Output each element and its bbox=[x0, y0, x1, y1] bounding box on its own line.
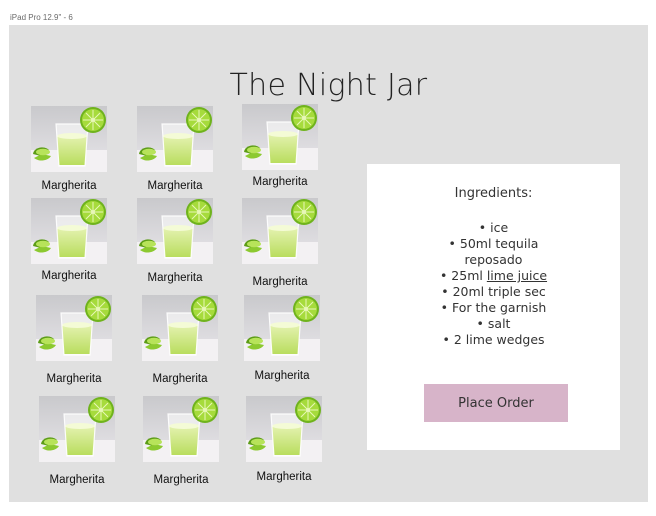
ingredient-link[interactable]: lime juice bbox=[487, 268, 547, 283]
frame-label: iPad Pro 12.9" - 6 bbox=[10, 13, 73, 22]
product-name: Margherita bbox=[41, 270, 97, 282]
product-name: Margherita bbox=[252, 176, 308, 188]
ingredients-heading: Ingredients: bbox=[454, 186, 533, 201]
ingredient-item: • 25ml lime juice bbox=[439, 268, 548, 283]
margarita-image bbox=[31, 198, 107, 264]
product-name: Margherita bbox=[49, 474, 105, 486]
product-name: Margherita bbox=[147, 272, 203, 284]
product-name: Margherita bbox=[152, 373, 208, 385]
product-card[interactable]: Margherita bbox=[35, 295, 113, 385]
product-card[interactable]: Margherita bbox=[141, 295, 219, 385]
product-name: Margherita bbox=[41, 180, 97, 192]
margarita-image bbox=[244, 295, 320, 361]
ingredient-text: 20ml triple sec bbox=[452, 284, 546, 299]
ingredient-text: 50ml tequila reposado bbox=[459, 236, 539, 267]
ingredient-item: • 20ml triple sec bbox=[441, 284, 546, 299]
ingredient-item: • For the garnish bbox=[440, 300, 547, 315]
product-name: Margherita bbox=[147, 180, 203, 192]
product-card[interactable]: Margherita bbox=[241, 198, 319, 288]
ingredient-item: • 2 lime wedges bbox=[442, 332, 545, 347]
margarita-image bbox=[142, 295, 218, 361]
ingredient-text: ice bbox=[490, 220, 509, 235]
ingredient-text: 2 lime wedges bbox=[453, 332, 545, 347]
product-card[interactable]: Margherita bbox=[241, 104, 319, 188]
margarita-image bbox=[242, 104, 318, 170]
product-name: Margherita bbox=[256, 471, 312, 483]
product-card[interactable]: Margherita bbox=[142, 396, 220, 486]
place-order-button[interactable]: Place Order bbox=[424, 384, 568, 422]
ingredients-list: • ice • 50ml tequila reposado • 25ml lim… bbox=[367, 220, 620, 348]
product-card[interactable]: Margherita bbox=[38, 396, 116, 486]
margarita-image bbox=[39, 396, 115, 462]
product-card[interactable]: Margherita bbox=[30, 198, 108, 282]
page-title: The Night Jar bbox=[229, 68, 428, 103]
product-name: Margherita bbox=[254, 370, 310, 382]
margarita-image bbox=[137, 106, 213, 172]
ingredient-text: For the garnish bbox=[452, 300, 547, 315]
margarita-image bbox=[137, 198, 213, 264]
margarita-image bbox=[246, 396, 322, 462]
ingredient-text: 25ml bbox=[451, 268, 487, 283]
product-card[interactable]: Margherita bbox=[243, 295, 321, 382]
ingredients-panel: Ingredients: • ice • 50ml tequila reposa… bbox=[367, 164, 620, 450]
margarita-image bbox=[143, 396, 219, 462]
margarita-image bbox=[242, 198, 318, 264]
product-card[interactable]: Margherita bbox=[30, 106, 108, 192]
product-card[interactable]: Margherita bbox=[136, 198, 214, 284]
ingredient-item: • 50ml tequila reposado bbox=[448, 236, 539, 267]
ingredient-item: • salt bbox=[476, 316, 511, 331]
product-name: Margherita bbox=[252, 276, 308, 288]
margarita-image bbox=[31, 106, 107, 172]
margarita-image bbox=[36, 295, 112, 361]
product-name: Margherita bbox=[153, 474, 209, 486]
product-name: Margherita bbox=[46, 373, 102, 385]
product-card[interactable]: Margherita bbox=[136, 106, 214, 192]
product-card[interactable]: Margherita bbox=[245, 396, 323, 483]
ingredient-item: • ice bbox=[478, 220, 509, 235]
ingredient-text: salt bbox=[487, 316, 511, 331]
